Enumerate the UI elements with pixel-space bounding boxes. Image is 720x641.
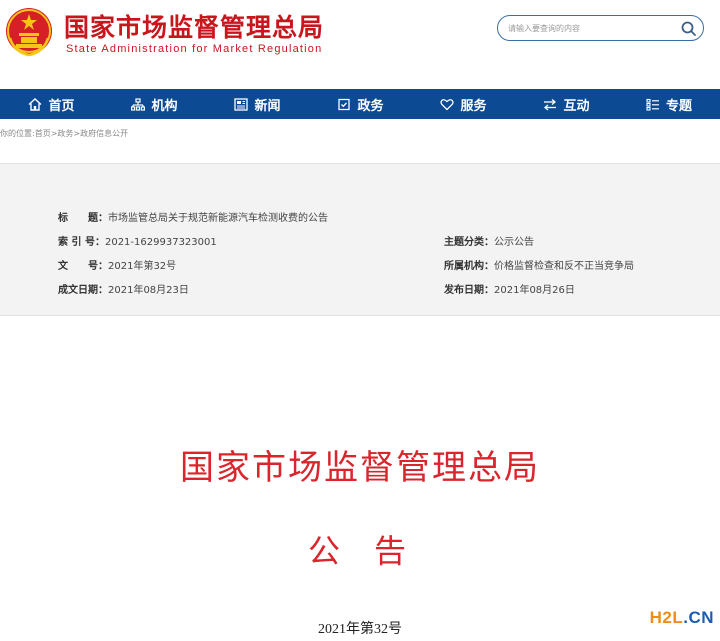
info-row-index: 索 引 号：2021-1629937323001: [58, 233, 217, 248]
document-number: 2021年第32号: [318, 622, 402, 637]
home-icon: [29, 97, 42, 111]
info-label: 文 号：: [58, 261, 108, 272]
watermark-logo: H2L.CN: [650, 608, 714, 628]
info-agency-value: 价格监督检查和反不正当竞争局: [494, 261, 634, 272]
breadcrumb-home[interactable]: 首页: [35, 129, 51, 138]
heart-icon: [440, 98, 455, 110]
info-docno-value: 2021年第32号: [108, 261, 177, 272]
document-info-box: 标 题：市场监管总局关于规范新能源汽车检测收费的公告 索 引 号：2021-16…: [0, 163, 720, 316]
info-topic-value: 公示公告: [494, 237, 534, 248]
breadcrumb-affairs[interactable]: 政务: [57, 129, 73, 138]
nav-item-org[interactable]: 机构: [103, 89, 206, 119]
info-row-topic: 主题分类：公示公告: [444, 233, 534, 248]
exchange-icon: [544, 98, 557, 110]
info-row-docno: 文 号：2021年第32号: [58, 257, 176, 272]
info-index-value: 2021-1629937323001: [104, 237, 217, 248]
nav-item-topics[interactable]: 专题: [618, 89, 720, 119]
nav-label: 新闻: [254, 98, 281, 114]
document-type-heading: 公告: [308, 532, 441, 570]
national-emblem-icon[interactable]: [4, 6, 54, 58]
shield-icon: [338, 98, 351, 110]
nav-item-news[interactable]: 新闻: [206, 89, 309, 119]
info-title-value: 市场监管总局关于规范新能源汽车检测收费的公告: [108, 213, 328, 224]
document-org-heading: 国家市场监督管理总局: [180, 448, 540, 488]
info-published-value: 2021年08月26日: [494, 285, 575, 296]
info-created-value: 2021年08月23日: [108, 285, 189, 296]
info-label: 所属机构：: [444, 261, 494, 272]
info-label: 主题分类：: [444, 237, 494, 248]
nav-label: 专题: [665, 98, 692, 114]
watermark-part-b: .CN: [683, 608, 714, 627]
newspaper-icon: [234, 97, 249, 111]
org-chart-icon: [131, 97, 146, 111]
nav-item-service[interactable]: 服务: [412, 89, 515, 119]
info-label: 标 题：: [58, 213, 108, 224]
info-row-agency: 所属机构：价格监督检查和反不正当竞争局: [444, 257, 634, 272]
list-icon: [646, 98, 659, 111]
info-row-published: 发布日期：2021年08月26日: [444, 281, 575, 296]
main-nav: 首页 机构 新闻 政务 服务 互动 专题: [0, 89, 720, 119]
search-box: [497, 15, 704, 41]
breadcrumb: 你的位置:首页>政务>政府信息公开: [0, 128, 128, 139]
nav-label: 互动: [563, 98, 590, 114]
nav-item-affairs[interactable]: 政务: [309, 89, 412, 119]
nav-label: 首页: [48, 98, 75, 114]
info-label: 成文日期：: [58, 285, 108, 296]
site-header: 国家市场监督管理总局 State Administration for Mark…: [0, 0, 720, 89]
breadcrumb-prefix: 你的位置:: [0, 129, 35, 138]
site-subtitle: State Administration for Market Regulati…: [66, 43, 323, 55]
search-icon[interactable]: [680, 20, 697, 37]
nav-label: 服务: [460, 98, 487, 114]
breadcrumb-info-disclosure[interactable]: 政府信息公开: [80, 129, 128, 138]
info-label: 发布日期：: [444, 285, 494, 296]
site-title[interactable]: 国家市场监督管理总局: [64, 8, 324, 44]
info-row-created: 成文日期：2021年08月23日: [58, 281, 189, 296]
nav-item-interact[interactable]: 互动: [515, 89, 618, 119]
info-row-title: 标 题：市场监管总局关于规范新能源汽车检测收费的公告: [58, 209, 328, 224]
info-label: 索 引 号：: [58, 237, 105, 248]
watermark-part-a: H2L: [649, 608, 684, 627]
nav-label: 政务: [357, 98, 384, 114]
search-input[interactable]: [508, 20, 676, 37]
nav-item-home[interactable]: 首页: [0, 89, 103, 119]
nav-label: 机构: [151, 98, 178, 114]
